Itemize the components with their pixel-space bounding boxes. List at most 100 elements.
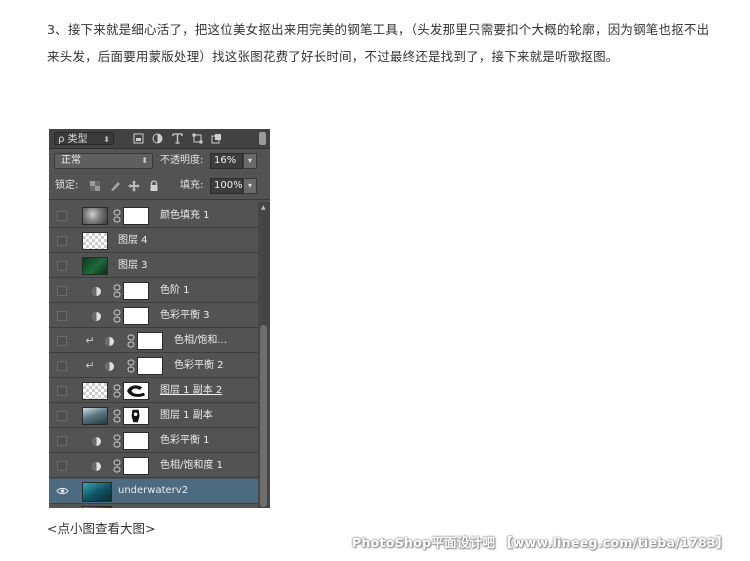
article-paragraph: 3、接下来就是细心活了，把这位美女抠出来用完美的钢笔工具，（头发那里只需要扣个大… — [47, 22, 710, 64]
layer-row-color-balance-1[interactable]: 色彩平衡 1 — [49, 429, 258, 453]
layer-row-color-fill-1[interactable]: 颜色填充 1 — [49, 204, 258, 228]
chain-link-icon[interactable] — [127, 334, 135, 348]
lock-all-icon[interactable] — [148, 180, 160, 192]
lock-fill-row: 锁定: 填充: 100% ▾ — [49, 175, 270, 200]
layer-row-hue-saturation[interactable]: ↵ 色相/饱和... — [49, 329, 258, 353]
visibility-toggle[interactable] — [57, 386, 67, 396]
layer-name: 图层 3 — [118, 260, 148, 271]
lock-label: 锁定: — [55, 180, 79, 191]
blend-mode-select[interactable]: 正常 ⬍ — [54, 153, 153, 169]
opacity-label: 不透明度: — [160, 155, 204, 166]
visibility-toggle[interactable] — [57, 286, 67, 296]
chain-link-icon[interactable] — [127, 359, 135, 373]
layer-thumbnail — [82, 232, 108, 250]
adjustment-layer-icon — [92, 312, 101, 321]
visibility-toggle[interactable] — [57, 211, 67, 221]
opacity-dropdown-button[interactable]: ▾ — [243, 153, 257, 169]
scroll-up-arrow-icon[interactable]: ▲ — [261, 204, 266, 211]
type-filter-icon[interactable] — [172, 133, 183, 144]
layer-row-layer-1-copy-2[interactable]: 图层 1 副本 2 — [49, 379, 258, 403]
lock-transparent-pixels-icon[interactable] — [89, 180, 101, 192]
visibility-toggle[interactable] — [57, 236, 67, 246]
mask-thumbnail[interactable] — [123, 282, 149, 300]
adjustment-layer-icon — [92, 287, 101, 296]
clipping-arrow-icon: ↵ — [85, 359, 95, 372]
layer-name: 图层 1 副本 — [160, 410, 213, 421]
visibility-toggle[interactable] — [57, 261, 67, 271]
layer-row-layer-1-copy[interactable]: 图层 1 副本 — [49, 404, 258, 428]
visibility-toggle[interactable] — [57, 411, 67, 421]
mask-thumbnail[interactable] — [123, 457, 149, 475]
opacity-input[interactable]: 16% — [210, 153, 243, 169]
layer-name: 色相/饱和度 1 — [160, 460, 223, 471]
layer-name: 色彩平衡 3 — [160, 310, 210, 321]
visibility-toggle[interactable] — [57, 311, 67, 321]
mask-thumbnail[interactable] — [123, 307, 149, 325]
chain-link-icon[interactable] — [113, 284, 121, 298]
lock-image-pixels-icon[interactable] — [109, 180, 121, 192]
layer-name: 色相/饱和... — [174, 335, 227, 346]
chain-link-icon[interactable] — [113, 409, 121, 423]
filter-toggle-switch[interactable] — [259, 132, 266, 145]
layer-thumbnail — [82, 506, 112, 508]
visibility-toggle[interactable] — [57, 361, 67, 371]
site-watermark: PhotoShop平面设计吧 【www.lineeg.com/tieba/178… — [352, 535, 729, 550]
layer-name: 色彩平衡 2 — [174, 360, 224, 371]
chain-link-icon[interactable] — [113, 209, 121, 223]
blend-opacity-row: 正常 ⬍ 不透明度: 16% ▾ — [49, 149, 270, 173]
layer-name: 色彩平衡 1 — [160, 435, 210, 446]
visibility-toggle[interactable] — [57, 336, 67, 346]
mask-thumbnail[interactable] — [123, 432, 149, 450]
image-filter-icon[interactable] — [133, 133, 144, 144]
adjustment-filter-icon[interactable] — [152, 133, 163, 144]
layer-thumbnail — [82, 407, 108, 425]
chevron-updown-icon: ⬍ — [103, 135, 110, 144]
layer-row-color-balance-3[interactable]: 色彩平衡 3 — [49, 304, 258, 328]
visibility-toggle[interactable] — [57, 436, 67, 446]
view-larger-link[interactable]: <点小图查看大图> — [47, 520, 155, 538]
layer-thumbnail — [82, 382, 108, 400]
mask-thumbnail[interactable] — [123, 407, 149, 425]
mask-thumbnail[interactable] — [123, 207, 149, 225]
layers-panel: ρ 类型 ⬍ 正常 ⬍ 不透明度: 16% ▾ 锁定: 填充: 100% ▾ 颜… — [49, 129, 270, 508]
chain-link-icon[interactable] — [113, 384, 121, 398]
chevron-updown-icon: ⬍ — [141, 156, 148, 165]
fill-input[interactable]: 100% — [210, 178, 243, 194]
adjustment-layer-icon — [105, 337, 114, 346]
adjustment-layer-icon — [105, 362, 114, 371]
filter-kind-label: ρ 类型 — [58, 134, 88, 145]
shape-filter-icon[interactable] — [192, 133, 203, 144]
mask-thumbnail[interactable] — [123, 382, 149, 400]
fill-label: 填充: — [180, 180, 204, 191]
eye-icon[interactable] — [56, 485, 69, 497]
blend-mode-value: 正常 — [61, 155, 81, 166]
layer-row-layer-4[interactable]: 图层 4 — [49, 229, 258, 253]
layer-name: 色阶 1 — [160, 285, 190, 296]
layer-row-underwaterv2[interactable]: underwaterv2 — [49, 479, 258, 504]
adjustment-layer-icon — [92, 437, 101, 446]
layer-thumbnail — [82, 257, 108, 275]
mask-thumbnail[interactable] — [137, 357, 163, 375]
layer-row-color-balance-2[interactable]: ↵ 色彩平衡 2 — [49, 354, 258, 378]
layer-row-levels-1[interactable]: 色阶 1 — [49, 279, 258, 303]
layer-name: 图层 1 副本 2 — [160, 385, 223, 396]
lock-position-icon[interactable] — [128, 180, 140, 192]
smart-object-filter-icon[interactable] — [211, 133, 222, 144]
layer-name: 图层 4 — [118, 235, 148, 246]
layer-row-hue-saturation-1[interactable]: 色相/饱和度 1 — [49, 454, 258, 478]
layer-thumbnail — [82, 482, 112, 502]
visibility-toggle[interactable] — [57, 461, 67, 471]
layer-row-partial — [49, 504, 258, 508]
filter-kind-select[interactable]: ρ 类型 ⬍ — [54, 132, 114, 145]
chain-link-icon[interactable] — [113, 459, 121, 473]
layer-thumbnail — [82, 207, 108, 225]
layer-row-layer-3[interactable]: 图层 3 — [49, 254, 258, 278]
chain-link-icon[interactable] — [113, 434, 121, 448]
fill-dropdown-button[interactable]: ▾ — [243, 178, 257, 194]
layer-list: 颜色填充 1 图层 4 图层 3 色阶 1 色彩平衡 3 ↵ 色相/饱和... … — [49, 202, 258, 508]
layer-name: underwaterv2 — [118, 485, 189, 496]
clipping-arrow-icon: ↵ — [85, 334, 95, 347]
chain-link-icon[interactable] — [113, 309, 121, 323]
layers-scrollbar-thumb[interactable] — [260, 325, 267, 507]
mask-thumbnail[interactable] — [137, 332, 163, 350]
